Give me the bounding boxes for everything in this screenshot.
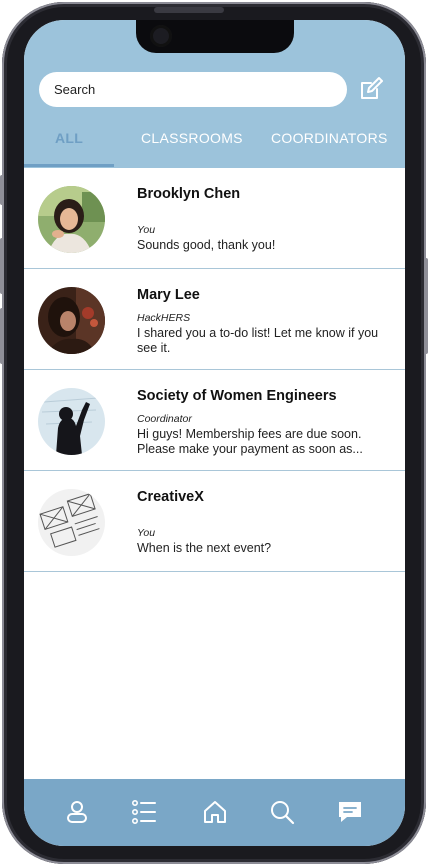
active-tab-indicator <box>24 164 114 167</box>
avatar-mary-lee <box>38 287 105 354</box>
search-icon[interactable] <box>269 799 295 825</box>
avatar-creativex <box>38 489 105 556</box>
phone-screen: ALL CLASSROOMS COORDINATORS Brooklyn Che… <box>24 20 405 846</box>
contact-name: Mary Lee <box>137 287 200 303</box>
notch <box>136 20 294 53</box>
volume-up-button <box>0 238 4 294</box>
message-sender: You <box>137 527 156 539</box>
contact-name: Society of Women Engineers <box>137 388 337 404</box>
message-preview: Sounds good, thank you! <box>137 238 276 252</box>
chat-icon[interactable] <box>337 799 363 825</box>
message-preview: When is the next event? <box>137 541 272 555</box>
compose-icon[interactable] <box>358 76 384 102</box>
front-camera <box>150 25 172 47</box>
power-button <box>424 258 428 354</box>
avatar-society-of-women-engineers <box>38 388 105 455</box>
tab-all[interactable]: ALL <box>55 130 83 146</box>
contact-name: Brooklyn Chen <box>137 186 241 202</box>
tab-coordinators[interactable]: COORDINATORS <box>271 130 388 146</box>
conversation-list: Brooklyn Chen You Sounds good, thank you… <box>24 168 405 572</box>
avatar-brooklyn-chen <box>38 186 105 253</box>
list-icon[interactable] <box>131 799 157 825</box>
conversation-row-mary-lee[interactable]: Mary Lee HackHERS I shared you a to-do l… <box>24 269 405 370</box>
home-icon[interactable] <box>202 799 228 825</box>
contact-name: CreativeX <box>137 489 204 505</box>
bottom-nav-bar <box>24 779 405 846</box>
message-preview: I shared you a to-do list! Let me know i… <box>137 326 379 355</box>
conversation-row-society-of-women-engineers[interactable]: Society of Women Engineers Coordinator H… <box>24 370 405 471</box>
message-sender: You <box>137 224 156 236</box>
message-preview: Hi guys! Membership fees are due soon. P… <box>137 427 363 456</box>
mute-switch <box>0 175 4 205</box>
profile-icon[interactable] <box>64 799 90 825</box>
speaker-grille <box>154 7 224 13</box>
tab-bar: ALL CLASSROOMS COORDINATORS <box>24 120 405 168</box>
conversation-row-creativex[interactable]: CreativeX You When is the next event? <box>24 471 405 572</box>
tab-classrooms[interactable]: CLASSROOMS <box>141 130 243 146</box>
volume-down-button <box>0 308 4 364</box>
message-sender: HackHERS <box>137 312 191 324</box>
conversation-row-brooklyn-chen[interactable]: Brooklyn Chen You Sounds good, thank you… <box>24 168 405 269</box>
search-input[interactable] <box>39 72 347 107</box>
message-sender: Coordinator <box>137 413 192 425</box>
